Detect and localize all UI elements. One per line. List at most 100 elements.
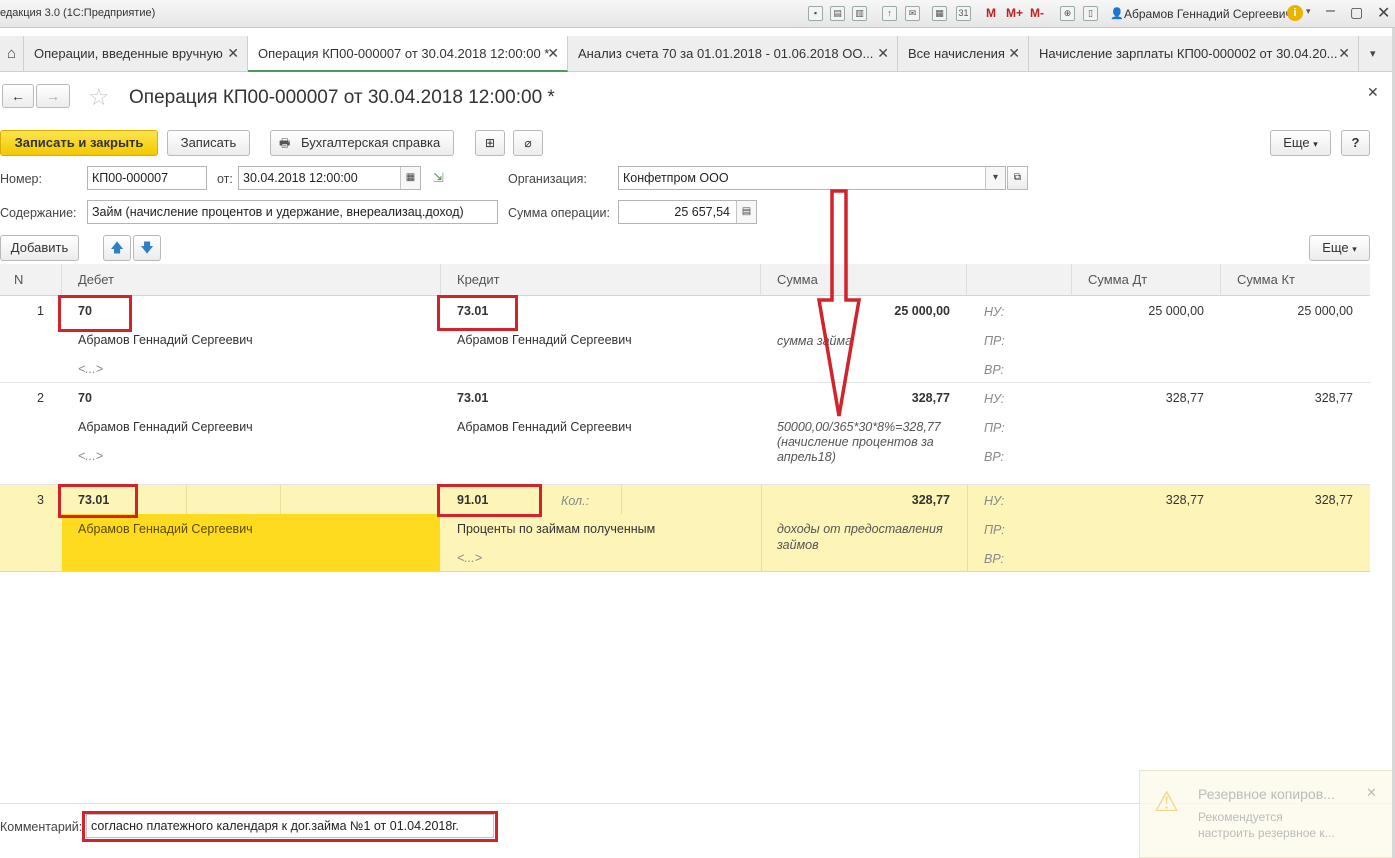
accounting-note-button[interactable]: 🖶 Бухгалтерская справка [270, 130, 454, 156]
debit-subconto-empty[interactable]: <...> [78, 362, 103, 376]
date-field[interactable]: 30.04.2018 12:00:00 ▦ [238, 166, 421, 190]
maximize-icon[interactable]: ▢ [1350, 4, 1363, 21]
backup-notification[interactable]: ⚠ Резервное копиров... ✕ Рекомендуется н… [1139, 770, 1395, 858]
save-icon[interactable]: ▪ [808, 6, 823, 21]
calendar-icon[interactable]: 31 [956, 6, 971, 21]
comment-field[interactable]: согласно платежного календаря к дог.займ… [86, 814, 494, 838]
debit-subconto[interactable]: Абрамов Геннадий Сергеевич [78, 333, 253, 347]
debit-subconto[interactable]: Абрамов Геннадий Сергеевич [78, 522, 253, 536]
organization-field[interactable]: Конфетпром ООО ▾ [618, 166, 1006, 190]
tab-all-accruals[interactable]: Все начисления ✕ [898, 36, 1029, 72]
row-note[interactable]: 50000,00/365*30*8%=328,77 [777, 420, 941, 434]
user-name: Абрамов Геннадий Сергеевич [1124, 7, 1292, 21]
row-sum-kt[interactable]: 328,77 [1221, 391, 1353, 405]
notification-title: Резервное копиров... [1198, 786, 1335, 802]
structure-icon[interactable]: ⊞ [475, 130, 505, 156]
dropdown-icon[interactable]: ▾ [1306, 6, 1311, 17]
row-sum-dt[interactable]: 328,77 [1072, 493, 1204, 507]
close-notification-icon[interactable]: ✕ [1366, 785, 1377, 801]
row-sum-kt[interactable]: 328,77 [1221, 493, 1353, 507]
row-sum[interactable]: 328,77 [761, 493, 950, 507]
operation-sum-field[interactable]: 25 657,54 ▤ [618, 200, 757, 224]
credit-subconto[interactable]: Абрамов Геннадий Сергеевич [457, 333, 632, 347]
close-tab-icon[interactable]: ✕ [877, 45, 889, 62]
comment-label: Комментарий: [0, 820, 83, 834]
credit-subconto[interactable]: Проценты по займам полученным [457, 522, 655, 536]
table-more-button[interactable]: Еще ▾ [1309, 235, 1370, 261]
help-button[interactable]: ? [1341, 130, 1370, 156]
column-header-sum-dt[interactable]: Сумма Дт [1072, 264, 1221, 296]
favorite-star-icon[interactable]: ☆ [88, 83, 110, 112]
row-note-line3: апрель18) [777, 450, 836, 464]
debit-account[interactable]: 70 [78, 391, 92, 405]
home-tab[interactable]: ⌂ [0, 36, 24, 72]
content-field[interactable]: Займ (начисление процентов и удержание, … [87, 200, 498, 224]
column-header-credit[interactable]: Кредит [441, 264, 761, 296]
zoom-icon[interactable]: ⊕ [1060, 6, 1075, 21]
number-label: Номер: [0, 172, 42, 186]
tab-manual-operations[interactable]: Операции, введенные вручную ✕ [24, 36, 248, 72]
info-icon[interactable]: i [1287, 5, 1303, 21]
tab-payroll[interactable]: Начисление зарплаты КП00-000002 от 30.04… [1029, 36, 1359, 72]
move-up-icon[interactable]: 🡅 [103, 235, 131, 261]
app-title: едакция 3.0 (1С:Предприятие) [0, 7, 156, 19]
credit-subconto[interactable]: Абрамов Геннадий Сергеевич [457, 420, 632, 434]
table-row[interactable]: 1 70 Абрамов Геннадий Сергеевич <...> 73… [0, 296, 1370, 383]
date-label: от: [217, 172, 233, 186]
memory-plus-button[interactable]: M+ [1006, 6, 1023, 20]
attachment-icon[interactable]: ⌀ [513, 130, 543, 156]
column-header-debit[interactable]: Дебет [62, 264, 441, 296]
close-window-icon[interactable]: ✕ [1377, 3, 1390, 23]
add-row-button[interactable]: Добавить [0, 235, 79, 261]
row-sum-dt[interactable]: 25 000,00 [1072, 304, 1204, 318]
save-button[interactable]: Записать [167, 130, 250, 156]
annotation-box [437, 295, 518, 331]
calculator-icon[interactable]: ▤ [736, 201, 756, 223]
memory-minus-button[interactable]: M- [1030, 6, 1044, 20]
number-field[interactable]: КП00-000007 [87, 166, 207, 190]
open-organization-icon[interactable]: ⧉ [1007, 166, 1028, 190]
close-tab-icon[interactable]: ✕ [1008, 45, 1020, 62]
row-note[interactable]: доходы от предоставления [777, 522, 943, 536]
tab-account-analysis[interactable]: Анализ счета 70 за 01.01.2018 - 01.06.20… [568, 36, 898, 72]
quantity-label: Кол.: [561, 494, 590, 508]
table-row[interactable]: 2 70 Абрамов Геннадий Сергеевич <...> 73… [0, 383, 1370, 485]
forward-button[interactable]: → [36, 84, 70, 108]
chevron-down-icon[interactable]: ▾ [985, 167, 1005, 189]
table-row-selected[interactable]: 3 73.01 Абрамов Геннадий Сергеевич 91.01… [0, 485, 1370, 572]
save-close-button[interactable]: Записать и закрыть [0, 130, 158, 156]
row-note-line2: займов [777, 538, 819, 552]
back-button[interactable]: ← [2, 84, 34, 108]
column-header-n[interactable]: N [0, 264, 62, 296]
annotation-box [58, 484, 138, 518]
cell-divider [967, 485, 968, 572]
panel-icon[interactable]: ▯ [1083, 6, 1098, 21]
minimize-icon[interactable]: – [1326, 2, 1335, 20]
row-sum-kt[interactable]: 25 000,00 [1221, 304, 1353, 318]
upload-icon[interactable]: ↑ [882, 6, 897, 21]
print-icon[interactable]: ▤ [830, 6, 845, 21]
debit-subconto-empty[interactable]: <...> [78, 449, 103, 463]
close-tab-icon[interactable]: ✕ [547, 45, 559, 62]
row-note-line2: (начисление процентов за [777, 435, 934, 449]
debit-subconto[interactable]: Абрамов Геннадий Сергеевич [78, 420, 253, 434]
move-down-icon[interactable]: 🡇 [133, 235, 161, 261]
apply-date-icon[interactable]: ⇲ [433, 170, 444, 186]
tab-operation[interactable]: Операция КП00-000007 от 30.04.2018 12:00… [248, 36, 568, 72]
memory-button[interactable]: M [986, 6, 996, 20]
credit-account[interactable]: 73.01 [457, 391, 488, 405]
calendar-picker-icon[interactable]: ▦ [400, 167, 420, 189]
credit-subconto-empty[interactable]: <...> [457, 551, 482, 565]
close-form-icon[interactable]: ✕ [1367, 84, 1379, 101]
column-header-sum-kt[interactable]: Сумма Кт [1221, 264, 1370, 296]
notification-line2: настроить резервное к... [1198, 826, 1335, 840]
close-tab-icon[interactable]: ✕ [1338, 45, 1350, 62]
table-icon[interactable]: ▦ [932, 6, 947, 21]
row-sum-dt[interactable]: 328,77 [1072, 391, 1204, 405]
tabs-more-icon[interactable]: ▾ [1370, 47, 1376, 60]
mail-icon[interactable]: ✉ [905, 6, 920, 21]
annotation-box [58, 295, 132, 332]
close-tab-icon[interactable]: ✕ [227, 45, 239, 62]
preview-icon[interactable]: ▥ [852, 6, 867, 21]
more-button[interactable]: Еще ▾ [1270, 130, 1331, 156]
